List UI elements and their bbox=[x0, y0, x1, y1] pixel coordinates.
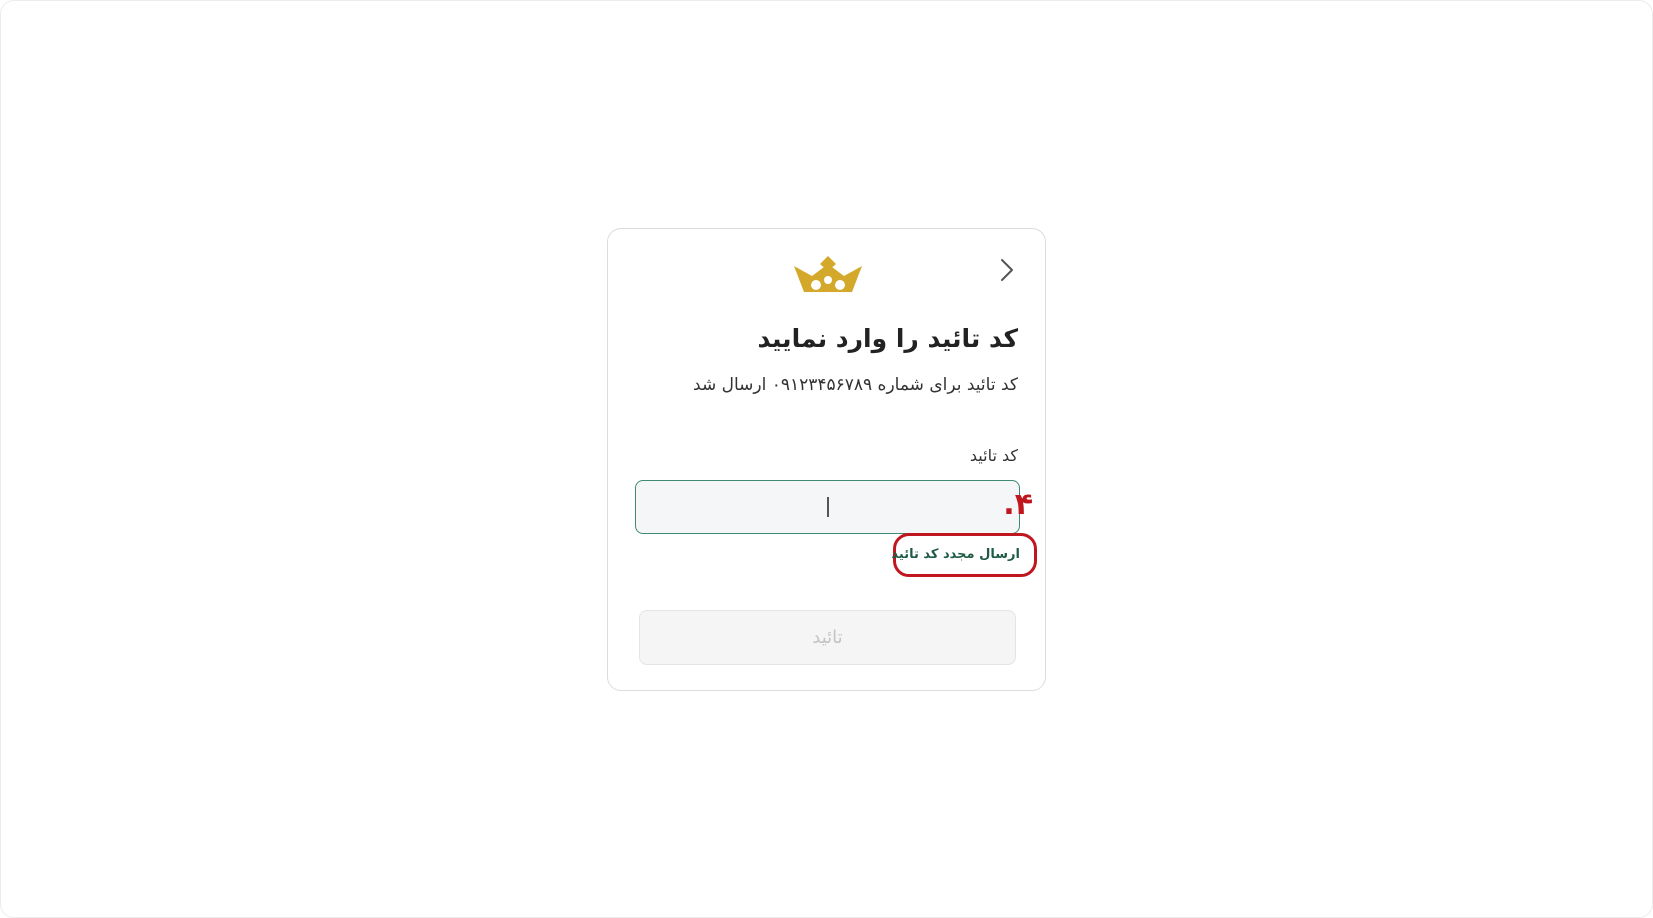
chevron-right-icon bbox=[1001, 259, 1013, 281]
confirm-button[interactable]: تائید bbox=[639, 610, 1016, 665]
crown-icon bbox=[794, 256, 862, 292]
step-number-annotation: ۴. bbox=[1003, 487, 1033, 522]
code-field-label: کد تائید bbox=[969, 446, 1018, 465]
app-frame: کد تائید را وارد نمایید کد تائید برای شم… bbox=[0, 0, 1653, 918]
text-caret bbox=[827, 497, 829, 517]
resend-highlight-box: ارسال مجدد کد تائید bbox=[891, 533, 1037, 577]
sent-to-phone-message: کد تائید برای شماره ۰۹۱۲۳۴۵۶۷۸۹ ارسال شد bbox=[693, 375, 1018, 395]
resend-code-link[interactable]: ارسال مجدد کد تائید bbox=[891, 547, 1020, 562]
back-button[interactable] bbox=[995, 257, 1017, 283]
verification-card: کد تائید را وارد نمایید کد تائید برای شم… bbox=[607, 228, 1046, 691]
brand-logo bbox=[792, 256, 864, 294]
page-title: کد تائید را وارد نمایید bbox=[757, 324, 1018, 353]
